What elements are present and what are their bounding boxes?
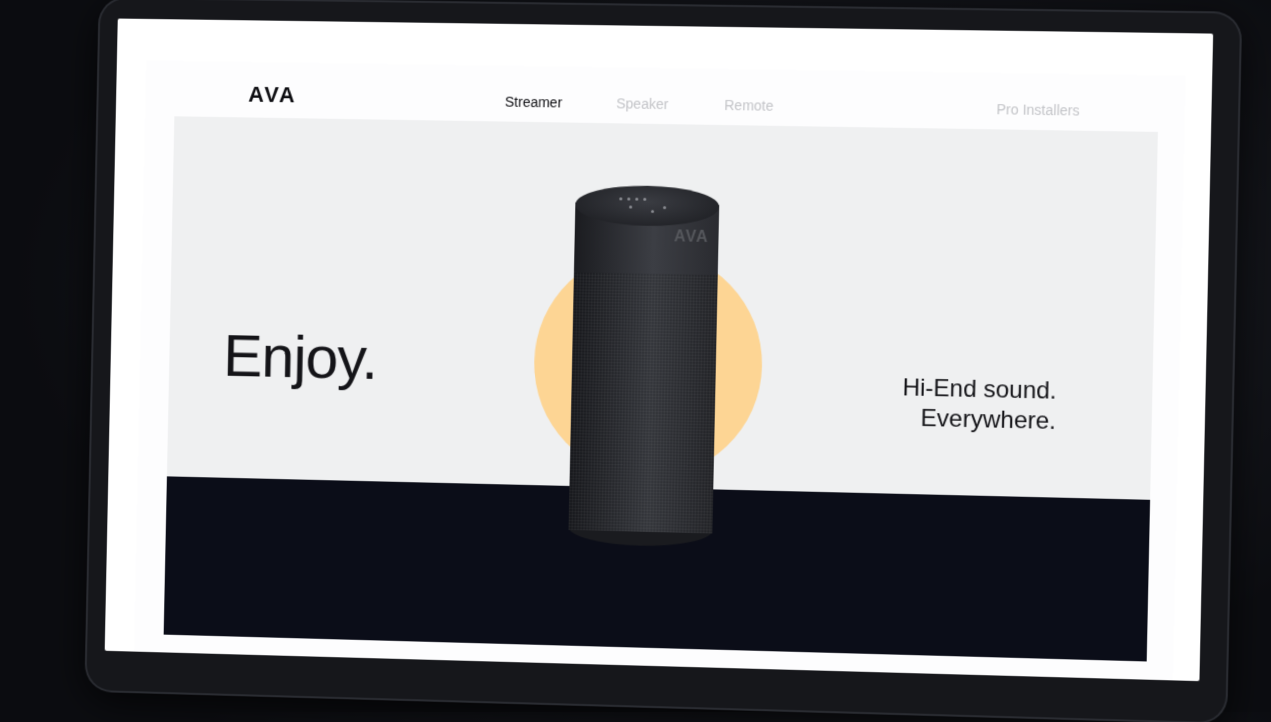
hero-headline: Enjoy. (222, 322, 378, 392)
nav-link-pro-installers[interactable]: Pro Installers (996, 101, 1079, 118)
laptop-screen: AVA Streamer Speaker Remote Pro Installe… (104, 18, 1214, 682)
speaker-control-dots-icon (615, 195, 685, 216)
webpage: AVA Streamer Speaker Remote Pro Installe… (133, 60, 1186, 682)
tagline-line-1: Hi-End sound. (902, 374, 1057, 405)
brand-logo[interactable]: AVA (248, 82, 297, 109)
speaker-logo: AVA (673, 228, 709, 246)
nav-link-remote[interactable]: Remote (724, 97, 774, 114)
tagline-line-2: Everywhere. (920, 404, 1057, 436)
laptop-device: AVA Streamer Speaker Remote Pro Installe… (86, 0, 1241, 722)
hero-tagline: Hi-End sound. Everywhere. (853, 372, 1057, 437)
speaker-product-image: AVA (568, 184, 720, 548)
nav-link-streamer[interactable]: Streamer (505, 94, 563, 111)
speaker-grille (568, 268, 718, 534)
nav-link-speaker[interactable]: Speaker (616, 95, 668, 112)
